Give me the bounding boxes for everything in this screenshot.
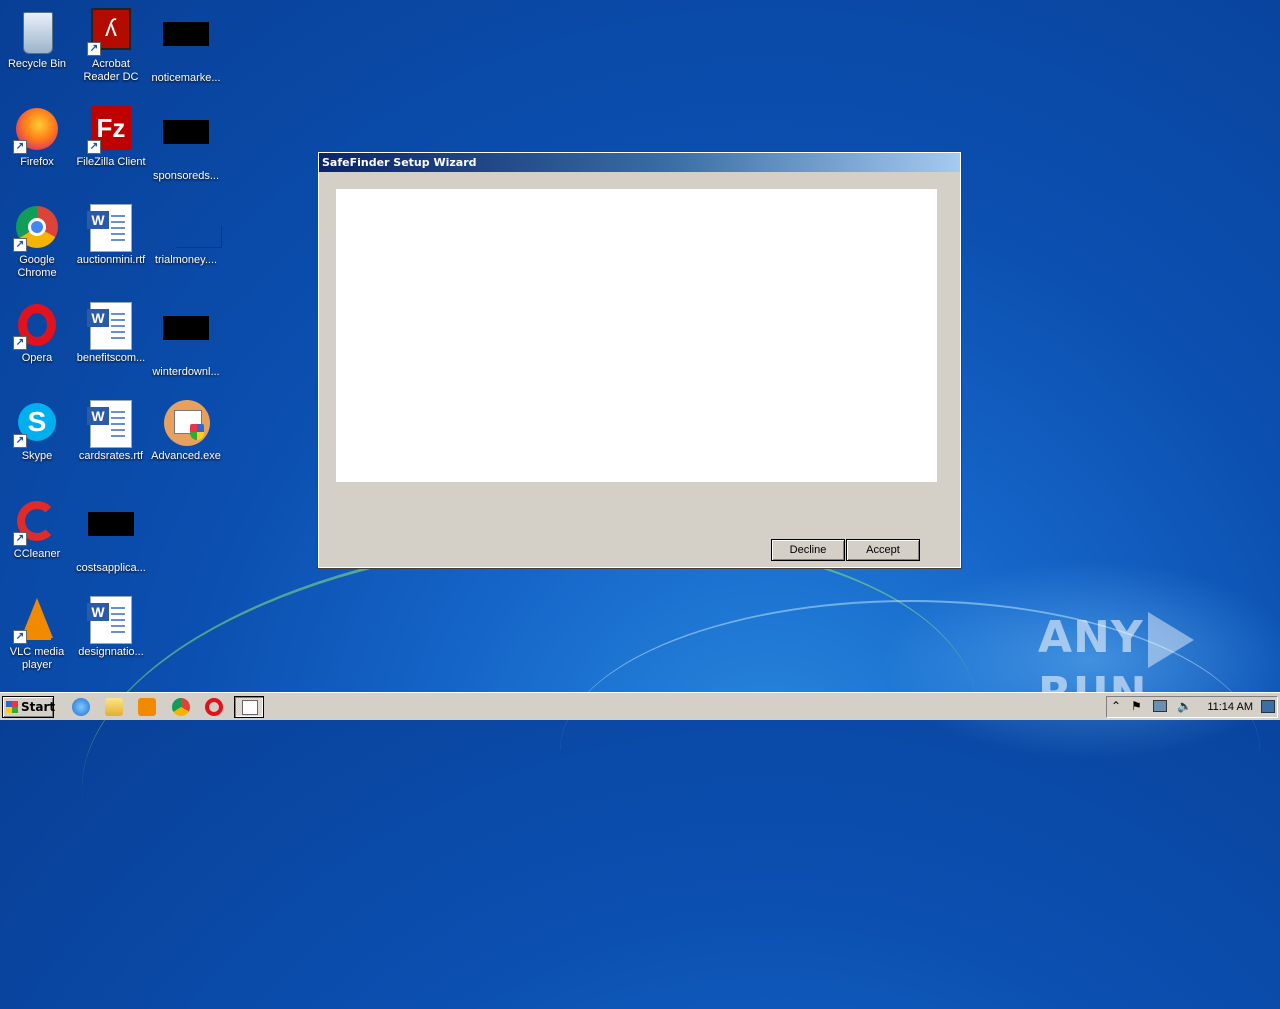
folder-icon[interactable] xyxy=(105,698,123,716)
acrobat-icon: ʎ ↗ xyxy=(87,8,135,56)
desktop-icon-cardsrates[interactable]: W cardsrates.rtf xyxy=(74,400,148,463)
chevron-up-icon[interactable]: ⌃ xyxy=(1111,699,1121,713)
watermark-left-text: ANY xyxy=(1038,612,1144,663)
play-logo-icon xyxy=(1147,612,1194,668)
desktop-icon-chrome[interactable]: ↗ Google Chrome xyxy=(0,204,74,280)
icon-label: Opera xyxy=(21,352,53,364)
word-doc-icon: W xyxy=(87,302,135,350)
setup-wizard-taskbar-button[interactable] xyxy=(234,696,264,718)
icon-label: noticemarke... xyxy=(151,72,221,84)
word-doc-icon: W xyxy=(87,400,135,448)
icon-label: trialmoney.... xyxy=(154,254,218,266)
icon-label: costsapplica... xyxy=(76,562,146,574)
redacted-file-icon xyxy=(162,316,210,364)
accept-button[interactable]: Accept xyxy=(846,539,920,561)
desktop-icon-trialmoney[interactable]: trialmoney.... xyxy=(149,204,223,267)
word-doc-icon: W xyxy=(87,204,135,252)
icon-label: VLC media player xyxy=(9,646,65,671)
icon-label: sponsoreds... xyxy=(152,170,220,182)
chrome-icon: ↗ xyxy=(13,204,61,252)
opera-icon: ↗ xyxy=(13,302,61,350)
desktop-icon-designnatio[interactable]: W designnatio... xyxy=(74,596,148,659)
icon-label: Advanced.exe xyxy=(151,450,221,462)
icon-label: Acrobat Reader DC xyxy=(83,58,139,83)
desktop-icon-noticemarke[interactable]: noticemarke... xyxy=(149,8,223,85)
desktop-icon-costsapplica[interactable]: costsapplica... xyxy=(74,498,148,575)
system-tray: ⌃ ⚑ 🔈 11:14 AM xyxy=(1106,696,1278,718)
desktop-icon-auctionmini[interactable]: W auctionmini.rtf xyxy=(74,204,148,267)
desktop-icon-vlc[interactable]: ↗ VLC media player xyxy=(0,596,74,672)
wizard-content-panel xyxy=(336,189,937,482)
flag-icon[interactable]: ⚑ xyxy=(1131,699,1142,713)
desktop-icon-skype[interactable]: S ↗ Skype xyxy=(0,400,74,463)
icon-label: Firefox xyxy=(20,156,54,168)
speaker-icon[interactable]: 🔈 xyxy=(1177,699,1192,713)
vlc-icon: ↗ xyxy=(13,596,61,644)
icon-label: auctionmini.rtf xyxy=(76,254,146,266)
setup-wizard-dialog: SafeFinder Setup Wizard Decline Accept xyxy=(317,151,962,569)
desktop-icon-firefox[interactable]: ↗ Firefox xyxy=(0,106,74,169)
icon-label: winterdownl... xyxy=(152,366,220,378)
desktop-icon-acrobat[interactable]: ʎ ↗ Acrobat Reader DC xyxy=(74,8,148,84)
installer-icon xyxy=(162,400,210,448)
desktop-icon-winterdownl[interactable]: winterdownl... xyxy=(149,302,223,379)
icon-label: Skype xyxy=(21,450,53,462)
icon-label: FileZilla Client xyxy=(76,156,146,168)
skype-icon: S ↗ xyxy=(13,400,61,448)
media-player-icon[interactable] xyxy=(138,698,156,716)
ccleaner-icon: ↗ xyxy=(13,498,61,546)
recycle-bin-icon xyxy=(13,8,61,56)
window-icon xyxy=(242,700,258,715)
word-doc-icon: W xyxy=(87,596,135,644)
blank-file-icon xyxy=(162,204,222,252)
opera-taskbar-icon[interactable] xyxy=(205,698,223,716)
icon-label: CCleaner xyxy=(13,548,61,560)
desktop-icon-opera[interactable]: ↗ Opera xyxy=(0,302,74,365)
internet-explorer-icon[interactable] xyxy=(72,698,90,716)
icon-label: Recycle Bin xyxy=(7,58,67,70)
desktop-icon-ccleaner[interactable]: ↗ CCleaner xyxy=(0,498,74,561)
icon-label: cardsrates.rtf xyxy=(78,450,144,462)
desktop-icon-sponsoreds[interactable]: sponsoreds... xyxy=(149,106,223,183)
show-desktop-icon[interactable] xyxy=(1261,700,1275,713)
redacted-file-icon xyxy=(87,512,135,560)
chrome-taskbar-icon[interactable] xyxy=(172,698,190,716)
icon-label: benefitscom... xyxy=(76,352,146,364)
network-icon[interactable] xyxy=(1153,700,1167,712)
start-button[interactable]: Start xyxy=(2,696,56,718)
desktop-icon-filezilla[interactable]: Fz ↗ FileZilla Client xyxy=(74,106,148,169)
redacted-file-icon xyxy=(162,120,210,168)
redacted-file-icon xyxy=(162,22,210,70)
start-label: Start xyxy=(21,700,56,714)
desktop-icon-benefitscom[interactable]: W benefitscom... xyxy=(74,302,148,365)
desktop-icon-recycle-bin[interactable]: Recycle Bin xyxy=(0,8,74,71)
taskbar: Start ⌃ ⚑ 🔈 11:14 AM xyxy=(0,692,1280,720)
dialog-title[interactable]: SafeFinder Setup Wizard xyxy=(319,153,960,172)
clock[interactable]: 11:14 AM xyxy=(1207,700,1253,714)
decline-button[interactable]: Decline xyxy=(771,539,845,561)
icon-label: Google Chrome xyxy=(17,254,57,279)
windows-logo-icon xyxy=(6,701,18,713)
desktop-icon-advanced-exe[interactable]: Advanced.exe xyxy=(149,400,223,463)
firefox-icon: ↗ xyxy=(13,106,61,154)
icon-label: designnatio... xyxy=(78,646,144,658)
filezilla-icon: Fz ↗ xyxy=(87,106,135,154)
